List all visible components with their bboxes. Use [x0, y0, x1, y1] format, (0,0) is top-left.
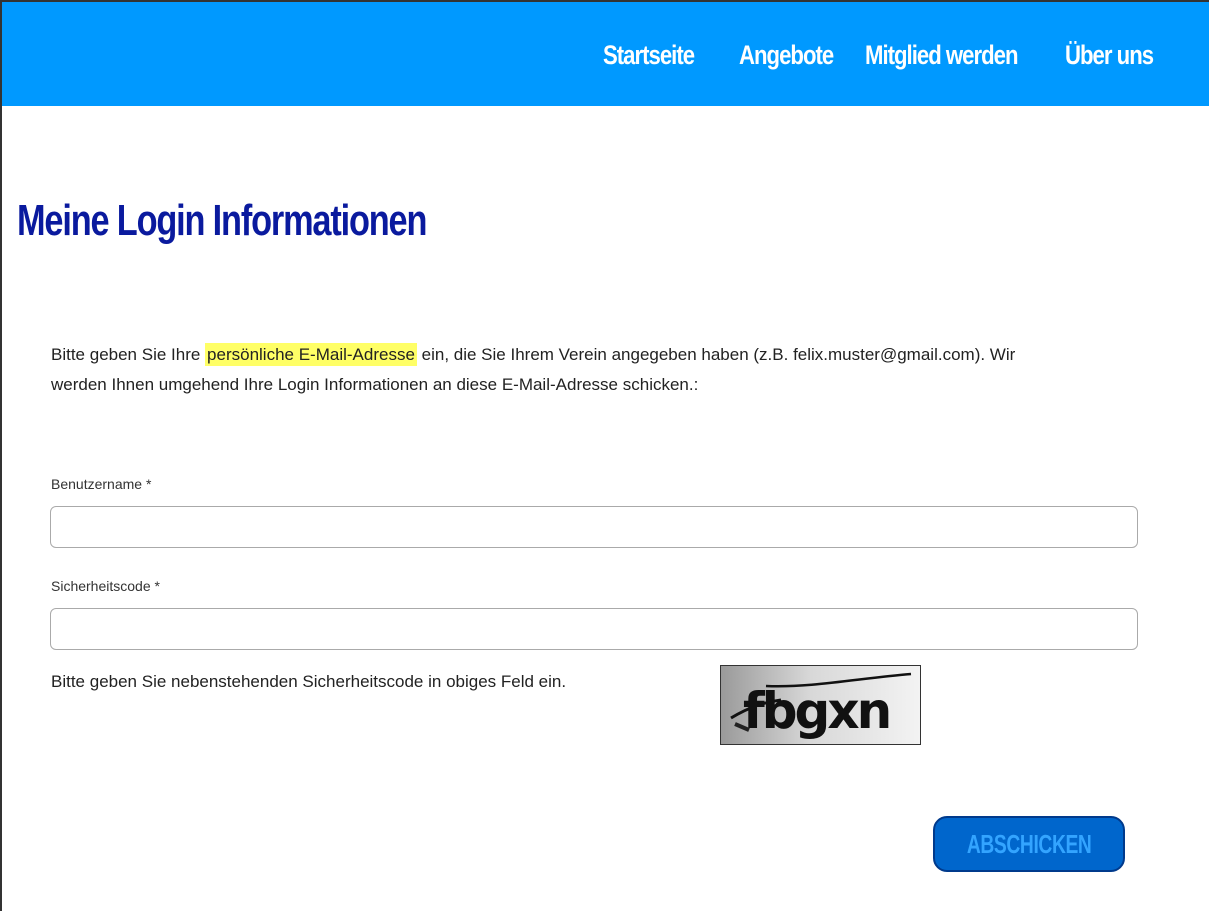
- main-nav: Startseite Angebote Mitglied werden Über…: [603, 40, 1161, 71]
- security-code-hint: Bitte geben Sie nebenstehenden Sicherhei…: [51, 672, 567, 691]
- nav-link-angebote[interactable]: Angebote: [739, 40, 834, 71]
- submit-button-label: ABSCHICKEN: [966, 828, 1092, 859]
- intro-text: Bitte geben Sie Ihre persönliche E-Mail-…: [51, 340, 1071, 400]
- intro-text-highlight: persönliche E-Mail-Adresse: [205, 343, 417, 366]
- captcha-image: fbgxn: [720, 665, 921, 745]
- nav-link-mitglied-werden[interactable]: Mitglied werden: [865, 40, 1019, 71]
- page-frame: [0, 0, 1209, 911]
- intro-text-before: Bitte geben Sie Ihre: [51, 345, 206, 364]
- username-input[interactable]: [50, 506, 1138, 548]
- security-code-label: Sicherheitscode *: [51, 578, 160, 594]
- captcha-text: fbgxn: [743, 682, 889, 740]
- top-navigation-bar: Startseite Angebote Mitglied werden Über…: [2, 2, 1209, 106]
- security-code-input[interactable]: [50, 608, 1138, 650]
- submit-button[interactable]: ABSCHICKEN: [933, 816, 1125, 872]
- username-label: Benutzername *: [51, 476, 152, 492]
- page-title: Meine Login Informationen: [17, 196, 427, 245]
- nav-link-startseite[interactable]: Startseite: [603, 40, 695, 71]
- nav-link-ueber-uns[interactable]: Über uns: [1065, 40, 1154, 71]
